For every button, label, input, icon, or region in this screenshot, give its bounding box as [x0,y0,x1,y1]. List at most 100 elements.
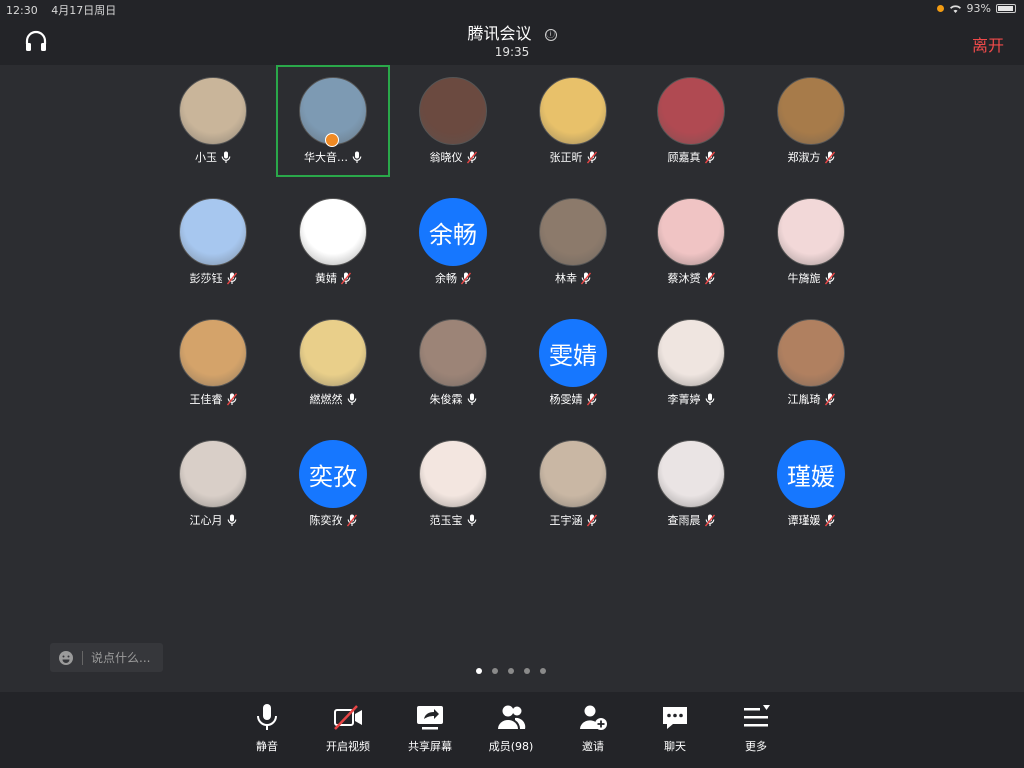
avatar [179,319,247,387]
participant-tile[interactable]: 范玉宝 [396,428,510,540]
mic-muted-icon [586,514,597,526]
mic-muted-icon [824,514,835,526]
participant-name: 翁晓仪 [429,151,463,164]
participant-tile[interactable]: 奕孜 陈奕孜 [276,428,390,540]
bottom-toolbar: 静音 开启视频 共享屏幕 成员(98) 邀请 聊天 更多 [0,692,1024,768]
recording-dot-icon [936,5,944,12]
page-dot[interactable] [492,668,498,674]
participant-tile[interactable]: 蔡沐赟 [634,186,748,298]
mic-icon [467,393,476,405]
participant-tile[interactable]: 王佳睿 [156,307,270,419]
avatar [299,198,367,266]
participant-name: 李菁婷 [667,393,701,406]
chat-input[interactable]: 说点什么... [50,643,163,672]
mic-muted-icon [704,272,715,284]
participant-name: 郑淑方 [787,151,821,164]
participant-tile[interactable]: 王宇涵 [516,428,630,540]
meeting-title: 腾讯会议 [467,24,532,43]
participant-tile[interactable]: 郑淑方 [754,65,868,177]
invite-button[interactable]: 邀请 [553,702,633,754]
participant-name-row: 黄婧 [276,270,390,286]
page-dot[interactable] [540,668,546,674]
participant-name: 杨雯婧 [549,393,583,406]
status-date: 4月17日周日 [51,4,117,17]
participant-grid: 小玉 华大音… 翁晓仪 张正昕 顾嘉真郑淑方彭莎钰 黄婧 余畅 余畅林幸 蔡沐赟 牛旖旎王佳睿 繎燃… [0,65,1024,692]
video-off-button[interactable]: 开启视频 [308,702,388,754]
avatar [179,440,247,508]
avatar [777,77,845,145]
participant-tile[interactable]: 张正昕 [516,65,630,177]
participant-name-row: 江心月 [156,512,270,528]
host-badge-icon [325,133,339,147]
mic-muted-icon [461,272,471,284]
toolbar-label: 更多 [745,740,767,753]
meeting-title-block: 腾讯会议 ⓘ 19:35 [0,20,1024,59]
participant-tile[interactable]: 牛旖旎 [754,186,868,298]
participant-name: 林幸 [555,272,577,285]
more-icon [744,705,770,727]
participant-name: 江胤琦 [787,393,821,406]
participant-tile[interactable]: 余畅 余畅 [396,186,510,298]
participant-name-row: 张正昕 [516,149,630,165]
participant-tile[interactable]: 彭莎钰 [156,186,270,298]
invite-icon [580,705,607,730]
participant-name-row: 翁晓仪 [396,149,510,165]
participant-name: 华大音… [304,151,348,164]
participant-tile[interactable]: 查雨晨 [634,428,748,540]
participant-tile[interactable]: 繎燃然 [276,307,390,419]
participant-tile[interactable]: 朱俊霖 [396,307,510,419]
mic-muted-icon [581,272,591,284]
more-button[interactable]: 更多 [716,702,796,754]
members-button[interactable]: 成员(98) [471,702,551,754]
participant-tile[interactable]: 顾嘉真 [634,65,748,177]
participant-tile[interactable]: 江心月 [156,428,270,540]
page-dot[interactable] [524,668,530,674]
mic-icon [221,151,231,163]
avatar [657,198,725,266]
avatar [539,198,607,266]
participant-tile[interactable]: 江胤琦 [754,307,868,419]
share-screen-button[interactable]: 共享屏幕 [390,702,470,754]
participant-tile[interactable]: 黄婧 [276,186,390,298]
emoji-icon[interactable] [58,650,74,666]
participant-tile[interactable]: 瑾媛 谭瑾媛 [754,428,868,540]
leave-button[interactable]: 离开 [972,32,1004,56]
participant-name-row: 王佳睿 [156,391,270,407]
participant-name-row: 江胤琦 [754,391,868,407]
participant-tile[interactable]: 小玉 [156,65,270,177]
participant-tile[interactable]: 雯婧杨雯婧 [516,307,630,419]
page-dot[interactable] [508,668,514,674]
participant-name: 王佳睿 [189,393,223,406]
toolbar-label: 静音 [256,740,278,753]
participant-name: 江心月 [189,514,223,527]
participant-name: 小玉 [195,151,217,164]
participant-name-row: 繎燃然 [276,391,390,407]
avatar [419,77,487,145]
participant-name-row: 林幸 [516,270,630,286]
mic-icon [352,151,362,163]
mic-muted-icon [586,393,597,405]
participant-name-row: 范玉宝 [396,512,510,528]
avatar: 雯婧 [539,319,607,387]
participant-name-row: 蔡沐赟 [634,270,748,286]
participant-tile[interactable]: 华大音… [276,65,390,177]
meeting-header: 腾讯会议 ⓘ 19:35 离开 [0,18,1024,65]
avatar: 余畅 [419,198,487,266]
participant-name: 查雨晨 [667,514,701,527]
participant-tile[interactable]: 李菁婷 [634,307,748,419]
microphone-button[interactable]: 静音 [227,702,307,754]
chat-input-separator [82,650,83,665]
participant-tile[interactable]: 林幸 [516,186,630,298]
participant-name: 繎燃然 [309,393,343,406]
page-dot[interactable] [476,668,482,674]
info-icon[interactable]: ⓘ [544,29,557,41]
microphone-icon [257,704,277,730]
participant-name: 朱俊霖 [429,393,463,406]
toolbar-label: 开启视频 [326,740,370,753]
avatar [419,440,487,508]
participant-tile[interactable]: 翁晓仪 [396,65,510,177]
mic-muted-icon [341,272,351,284]
avatar [539,77,607,145]
chat-button[interactable]: 聊天 [635,702,715,754]
participant-name-row: 杨雯婧 [516,391,630,407]
